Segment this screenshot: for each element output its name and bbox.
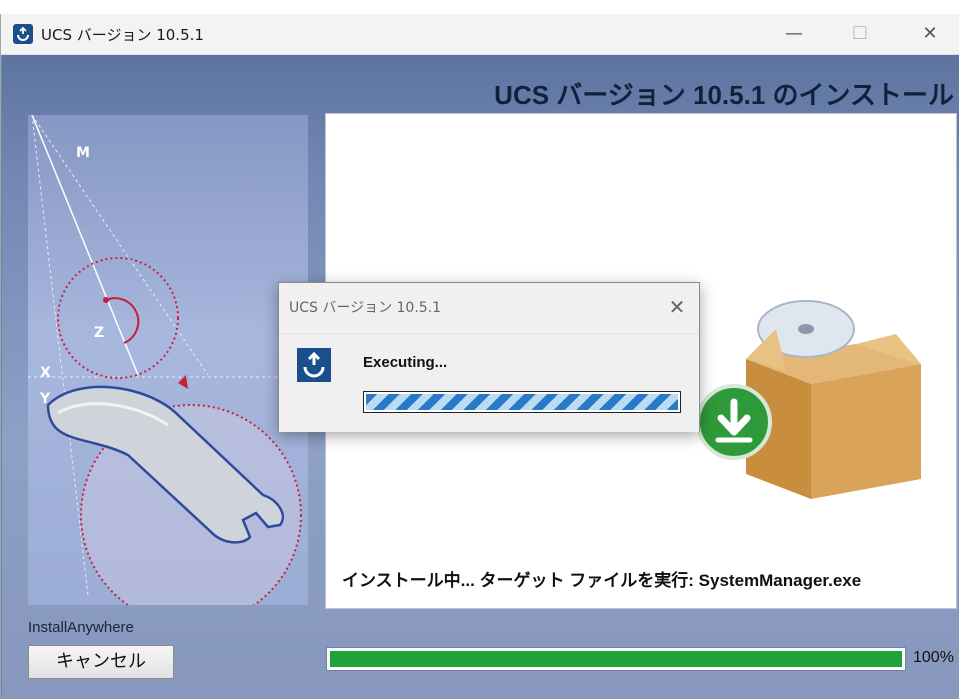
title-bar: UCS バージョン 10.5.1 — ☐ ✕ [1, 14, 959, 55]
left-illustration: M X Y Z [28, 115, 308, 605]
svg-text:X: X [40, 365, 51, 381]
install-progress-fill [330, 651, 902, 667]
dialog-progress-bar [363, 391, 681, 413]
wrench-illustration: M X Y Z [28, 115, 302, 605]
svg-text:Z: Z [94, 325, 104, 341]
svg-text:M: M [76, 145, 90, 161]
minimize-button[interactable]: — [771, 14, 817, 54]
installer-heading: UCS バージョン 10.5.1 のインストール [494, 80, 954, 110]
install-status-text: インストール中... ターゲット ファイルを実行: SystemManager.… [342, 571, 862, 590]
close-button[interactable]: ✕ [907, 14, 953, 54]
executing-dialog: UCS バージョン 10.5.1 ✕ Executing... [278, 282, 700, 432]
dialog-message: Executing... [363, 354, 448, 371]
ucs-app-icon [13, 24, 33, 44]
maximize-button[interactable]: ☐ [837, 14, 883, 54]
download-arrow-icon [696, 384, 772, 460]
brand-label: InstallAnywhere [28, 619, 134, 636]
ucs-app-icon [297, 348, 331, 382]
dialog-close-button[interactable]: ✕ [659, 289, 695, 325]
install-progress-bar [326, 647, 906, 671]
cancel-button[interactable]: キャンセル [28, 645, 174, 679]
dialog-progress-stripes [366, 394, 678, 410]
window-title: UCS バージョン 10.5.1 [41, 26, 204, 44]
dialog-title: UCS バージョン 10.5.1 [289, 300, 442, 316]
progress-percent: 100% [913, 649, 954, 666]
top-strip [0, 0, 959, 14]
dialog-content: Executing... [279, 333, 699, 432]
